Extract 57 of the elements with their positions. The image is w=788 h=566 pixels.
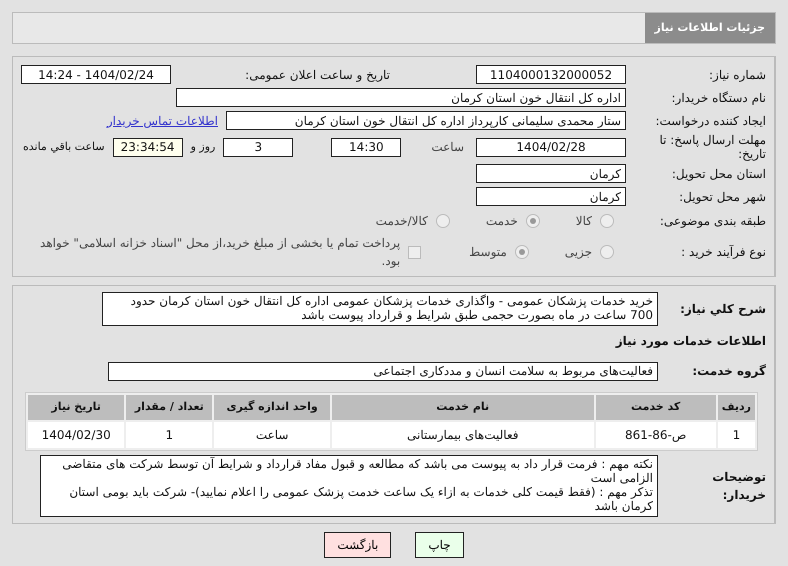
table-cell: ص-86-861	[596, 422, 716, 448]
field-label: توضیحات خریدار:	[711, 468, 766, 504]
deadline-time-field: 14:30	[331, 138, 402, 156]
page-title: جزئیات اطلاعات نیاز	[644, 13, 775, 43]
service-group-field: فعالیت‌های مربوط به سلامت انسان و مددکاری اجتماعی	[108, 362, 658, 380]
table-cell: 1404/02/30	[28, 422, 124, 448]
field-label: شرح کلي نیاز:	[679, 301, 766, 318]
radio-button[interactable]	[600, 245, 614, 259]
checkbox[interactable]	[408, 246, 422, 258]
option-label: متوسط	[469, 244, 507, 261]
radio-button[interactable]	[600, 214, 614, 228]
deadline-date-field: 1404/02/28	[476, 138, 626, 156]
field-label: طبقه بندی موضوعی:	[658, 213, 766, 230]
buyer-notes-textarea: نکته مهم : فرمت قرار داد به پیوست می باشد که مطالعه و قبول مفاد قرارداد و شرایط آن توسط شرکت های متقاضی الزامی است تذکر مهم : (فقط قیمت کلی خدمات به ازاء یک ساعت خدمت پزشک عمومی را اعلام نمایید)- شرکت باید بومی استان کرمان باشد	[40, 454, 658, 516]
field-label: ایجاد کننده درخواست:	[654, 112, 766, 130]
table-cell: 1	[126, 422, 212, 448]
payment-note: پرداخت تمام یا بخشی از مبلغ خرید،از محل "اسناد خزانه اسلامی" خواهد بود.	[39, 235, 400, 270]
column-header: تاریخ نیاز	[28, 395, 124, 420]
field-label: مهلت ارسال پاسخ: تا تاریخ:	[658, 133, 766, 161]
field-label: گروه خدمت:	[691, 363, 766, 380]
option-label: خدمت	[486, 213, 518, 230]
description-textarea: خرید خدمات پزشکان عمومی - واگذاری خدمات پزشکان عمومی اداره کل انتقال خون استان کرمان حدود 700 ساعت در ماه بصورت حجمی طبق شرایط و قرارداد پیوست باشد	[102, 292, 658, 326]
radio-button[interactable]	[514, 245, 529, 259]
column-header: نام خدمت	[332, 395, 594, 420]
city-field: کرمان	[476, 187, 626, 206]
field-label: نام دستگاه خریدار:	[670, 90, 766, 106]
buyer-org-field: اداره کل انتقال خون استان کرمان	[176, 88, 626, 107]
buyer-contact-link[interactable]: اطلاعات تماس خریدار	[106, 112, 218, 130]
field-label: استان محل تحویل:	[670, 166, 766, 182]
table-cell: ساعت	[214, 422, 330, 448]
table-cell: فعالیت‌های بیمارستانی	[332, 422, 594, 448]
field-label: روز و	[190, 138, 216, 155]
field-label: نوع فرآیند خرید :	[680, 244, 766, 261]
print-button[interactable]: چاپ	[415, 532, 464, 558]
field-label: تاریخ و ساعت اعلان عمومی:	[245, 66, 390, 84]
need-number-field: 1104000132000052	[476, 65, 626, 84]
option-label: کالا	[576, 213, 592, 230]
back-button[interactable]: بازگشت	[324, 532, 392, 558]
radio-button[interactable]	[436, 214, 450, 228]
creator-field: ستار محمدی سلیمانی کارپرداز اداره کل انتقال خون استان کرمان	[226, 111, 626, 130]
field-label: ساعت باقي مانده	[22, 138, 105, 155]
column-header: کد خدمت	[596, 395, 716, 420]
field-label: ساعت	[431, 139, 464, 156]
days-field: 3	[223, 138, 294, 156]
option-label: جزیی	[564, 244, 592, 261]
column-header: تعداد / مقدار	[126, 395, 212, 420]
table-cell: 1	[718, 422, 755, 448]
column-header: ردیف	[718, 395, 755, 420]
radio-button[interactable]	[526, 214, 540, 228]
field-label: شهر محل تحویل:	[678, 188, 766, 206]
province-field: کرمان	[476, 164, 626, 183]
field-label: شماره نیاز:	[708, 66, 766, 84]
column-header: واحد اندازه گیری	[214, 395, 330, 420]
remaining-time-field: 23:34:54	[112, 138, 183, 156]
section-title: اطلاعات خدمات مورد نیاز	[616, 333, 766, 350]
option-label: کالا/خدمت	[376, 213, 428, 230]
announce-datetime-field: 1404/02/24 - 14:24	[21, 65, 171, 84]
